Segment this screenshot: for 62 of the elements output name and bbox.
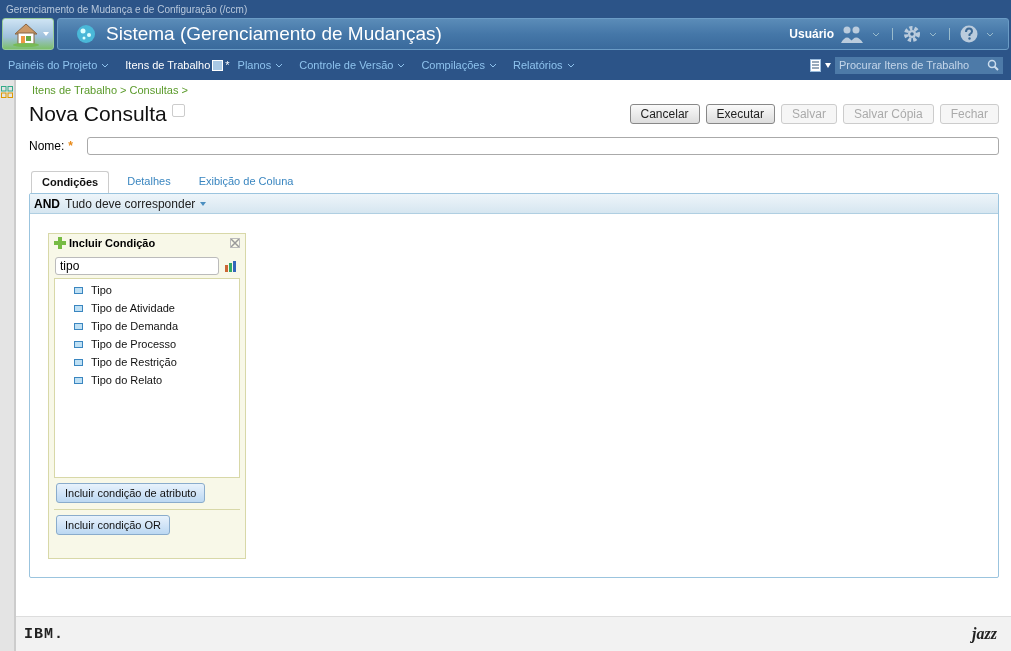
- caret-icon[interactable]: [825, 62, 831, 68]
- popup-title: Incluir Condição: [69, 237, 156, 249]
- attribute-item[interactable]: Tipo do Relato: [91, 374, 163, 386]
- user-menu[interactable]: Usuário: [789, 27, 834, 41]
- attribute-item[interactable]: Tipo de Processo: [91, 338, 177, 350]
- home-button[interactable]: [2, 18, 54, 50]
- attribute-icon: [74, 322, 83, 330]
- attribute-item[interactable]: Tipo de Atividade: [91, 302, 175, 314]
- chevron-icon[interactable]: [986, 31, 994, 37]
- nav-menu-item[interactable]: Painéis do Projeto: [8, 59, 98, 71]
- attribute-icon: [74, 286, 83, 294]
- nav-menu-item[interactable]: Planos: [237, 59, 272, 71]
- grid-icon[interactable]: [1, 86, 13, 98]
- tab[interactable]: Exibição de Coluna: [188, 171, 304, 193]
- action-button[interactable]: Executar: [705, 104, 775, 124]
- nav-menu-item[interactable]: Controle de Versão: [299, 59, 394, 71]
- project-title: Sistema (Gerenciamento de Mudanças): [106, 23, 442, 45]
- operator-label: AND: [34, 196, 60, 211]
- breadcrumb-link[interactable]: Itens de Trabalho > Consultas >: [32, 84, 188, 96]
- modified-mark: *: [225, 59, 230, 71]
- chevron-icon[interactable]: [872, 31, 880, 37]
- nav-menu-item[interactable]: Compilações: [421, 59, 485, 71]
- chevron-icon[interactable]: [489, 62, 497, 68]
- search-icon[interactable]: [987, 59, 999, 71]
- chevron-icon[interactable]: [275, 62, 284, 68]
- filter-input[interactable]: tipo: [55, 257, 219, 275]
- chevron-icon[interactable]: [397, 62, 406, 68]
- add-condition-button[interactable]: Incluir condição OR: [56, 515, 170, 535]
- attribute-item[interactable]: Tipo de Restrição: [91, 356, 177, 368]
- house-icon: [11, 21, 41, 47]
- app-title: Gerenciamento de Mudança e de Configuração (/ccm): [6, 3, 248, 15]
- match-mode-dropdown[interactable]: Tudo deve corresponder: [65, 196, 196, 211]
- list-icon[interactable]: [810, 58, 821, 72]
- jazz-logo: jazz: [972, 625, 997, 643]
- name-input[interactable]: [87, 137, 999, 155]
- add-condition-button[interactable]: Incluir condição de atributo: [56, 483, 206, 503]
- attribute-icon: [74, 376, 83, 384]
- gear-icon[interactable]: [903, 25, 921, 43]
- chevron-icon[interactable]: [929, 31, 937, 37]
- plus-icon: [54, 237, 66, 249]
- attribute-item[interactable]: Tipo: [91, 284, 112, 296]
- bar-chart-icon[interactable]: [225, 260, 236, 272]
- search-field[interactable]: Procurar Itens de Trabalho: [835, 56, 1003, 74]
- close-icon[interactable]: [230, 238, 240, 248]
- nav-menu-item[interactable]: Itens de Trabalho: [125, 59, 211, 71]
- nav-menu-item[interactable]: Relatórios: [513, 59, 563, 71]
- tab[interactable]: Condições: [31, 171, 110, 193]
- attribute-icon: [74, 304, 83, 312]
- chevron-icon[interactable]: [566, 62, 575, 68]
- attribute-icon: [74, 340, 83, 348]
- dropdown-icon[interactable]: [212, 59, 224, 71]
- chevron-icon[interactable]: [101, 62, 110, 68]
- action-button[interactable]: Cancelar: [629, 104, 700, 124]
- required-mark: *: [68, 139, 73, 153]
- attribute-icon: [74, 358, 83, 366]
- ibm-logo: IBM.: [24, 625, 64, 643]
- page-title: Nova Consulta: [29, 102, 167, 126]
- people-icon[interactable]: [840, 25, 864, 43]
- globe-icon: [76, 24, 96, 44]
- tab[interactable]: Detalhes: [117, 171, 181, 193]
- attribute-item[interactable]: Tipo de Demanda: [91, 320, 179, 332]
- field-label: Nome:: [29, 139, 65, 153]
